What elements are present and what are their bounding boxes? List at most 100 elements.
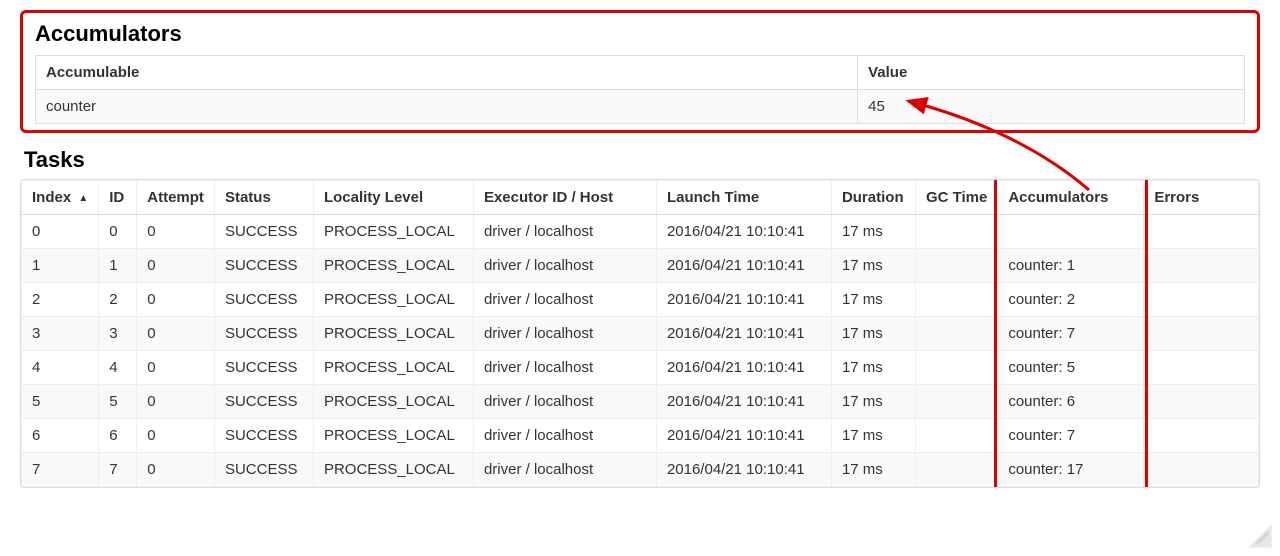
- cell-duration: 17 ms: [831, 249, 915, 283]
- accum-row: counter45: [36, 90, 1245, 124]
- accum-col-value[interactable]: Value: [858, 56, 1245, 90]
- cell-errors: [1144, 215, 1259, 249]
- table-row: 220SUCCESSPROCESS_LOCALdriver / localhos…: [22, 283, 1259, 317]
- cell-executor: driver / localhost: [473, 453, 656, 487]
- cell-attempt: 0: [137, 215, 215, 249]
- cell-index: 2: [22, 283, 99, 317]
- cell-id: 2: [99, 283, 137, 317]
- cell-accumulators: counter: 7: [998, 419, 1144, 453]
- cell-locality: PROCESS_LOCAL: [313, 317, 473, 351]
- cell-accumulators: counter: 6: [998, 385, 1144, 419]
- cell-errors: [1144, 317, 1259, 351]
- cell-attempt: 0: [137, 453, 215, 487]
- cell-errors: [1144, 249, 1259, 283]
- table-row: 110SUCCESSPROCESS_LOCALdriver / localhos…: [22, 249, 1259, 283]
- cell-launch: 2016/04/21 10:10:41: [656, 351, 831, 385]
- cell-locality: PROCESS_LOCAL: [313, 215, 473, 249]
- cell-gc: [915, 283, 997, 317]
- cell-id: 3: [99, 317, 137, 351]
- tasks-col-attempt[interactable]: Attempt: [137, 181, 215, 215]
- col-accumulators-label: Accumulators: [1008, 189, 1108, 206]
- cell-locality: PROCESS_LOCAL: [313, 351, 473, 385]
- cell-id: 5: [99, 385, 137, 419]
- cell-duration: 17 ms: [831, 283, 915, 317]
- cell-index: 4: [22, 351, 99, 385]
- table-row: 440SUCCESSPROCESS_LOCALdriver / localhos…: [22, 351, 1259, 385]
- cell-errors: [1144, 385, 1259, 419]
- cell-index: 7: [22, 453, 99, 487]
- cell-accumulators: counter: 7: [998, 317, 1144, 351]
- col-index-label: Index: [32, 189, 71, 206]
- accum-cell-accumulable: counter: [36, 90, 858, 124]
- cell-index: 1: [22, 249, 99, 283]
- cell-executor: driver / localhost: [473, 283, 656, 317]
- tasks-col-id[interactable]: ID: [99, 181, 137, 215]
- cell-status: SUCCESS: [214, 453, 313, 487]
- table-row: 330SUCCESSPROCESS_LOCALdriver / localhos…: [22, 317, 1259, 351]
- tasks-col-executor[interactable]: Executor ID / Host: [473, 181, 656, 215]
- tasks-col-index[interactable]: Index ▲: [22, 181, 99, 215]
- cell-attempt: 0: [137, 317, 215, 351]
- tasks-table: Index ▲ ID Attempt Status Locality Level…: [21, 180, 1259, 487]
- table-row: 770SUCCESSPROCESS_LOCALdriver / localhos…: [22, 453, 1259, 487]
- cell-status: SUCCESS: [214, 215, 313, 249]
- cell-duration: 17 ms: [831, 453, 915, 487]
- cell-gc: [915, 249, 997, 283]
- table-row: 550SUCCESSPROCESS_LOCALdriver / localhos…: [22, 385, 1259, 419]
- cell-attempt: 0: [137, 385, 215, 419]
- cell-id: 6: [99, 419, 137, 453]
- cell-id: 7: [99, 453, 137, 487]
- cell-launch: 2016/04/21 10:10:41: [656, 453, 831, 487]
- accum-col-accumulable[interactable]: Accumulable: [36, 56, 858, 90]
- tasks-table-wrap: Index ▲ ID Attempt Status Locality Level…: [20, 179, 1260, 488]
- cell-accumulators: counter: 1: [998, 249, 1144, 283]
- tasks-col-gc[interactable]: GC Time: [915, 181, 997, 215]
- cell-status: SUCCESS: [214, 385, 313, 419]
- cell-id: 1: [99, 249, 137, 283]
- cell-launch: 2016/04/21 10:10:41: [656, 385, 831, 419]
- cell-errors: [1144, 453, 1259, 487]
- cell-accumulators: counter: 2: [998, 283, 1144, 317]
- cell-errors: [1144, 419, 1259, 453]
- cell-gc: [915, 317, 997, 351]
- cell-gc: [915, 453, 997, 487]
- cell-index: 6: [22, 419, 99, 453]
- cell-gc: [915, 385, 997, 419]
- table-row: 660SUCCESSPROCESS_LOCALdriver / localhos…: [22, 419, 1259, 453]
- cell-id: 0: [99, 215, 137, 249]
- tasks-col-status[interactable]: Status: [214, 181, 313, 215]
- cell-duration: 17 ms: [831, 317, 915, 351]
- cell-duration: 17 ms: [831, 419, 915, 453]
- cell-index: 0: [22, 215, 99, 249]
- cell-errors: [1144, 283, 1259, 317]
- cell-index: 5: [22, 385, 99, 419]
- cell-launch: 2016/04/21 10:10:41: [656, 317, 831, 351]
- accum-cell-value: 45: [858, 90, 1245, 124]
- cell-locality: PROCESS_LOCAL: [313, 419, 473, 453]
- tasks-col-launch[interactable]: Launch Time: [656, 181, 831, 215]
- tasks-col-duration[interactable]: Duration: [831, 181, 915, 215]
- sort-asc-icon: ▲: [78, 193, 88, 204]
- cell-errors: [1144, 351, 1259, 385]
- cell-locality: PROCESS_LOCAL: [313, 453, 473, 487]
- cell-locality: PROCESS_LOCAL: [313, 249, 473, 283]
- cell-accumulators: [998, 215, 1144, 249]
- cell-id: 4: [99, 351, 137, 385]
- cell-duration: 17 ms: [831, 351, 915, 385]
- cell-executor: driver / localhost: [473, 351, 656, 385]
- cell-status: SUCCESS: [214, 249, 313, 283]
- cell-gc: [915, 419, 997, 453]
- evernote-clip-icon: [1246, 522, 1274, 550]
- tasks-col-accumulators[interactable]: Accumulators: [998, 181, 1144, 215]
- cell-executor: driver / localhost: [473, 317, 656, 351]
- cell-attempt: 0: [137, 351, 215, 385]
- tasks-col-errors[interactable]: Errors: [1144, 181, 1259, 215]
- cell-accumulators: counter: 5: [998, 351, 1144, 385]
- cell-locality: PROCESS_LOCAL: [313, 283, 473, 317]
- cell-status: SUCCESS: [214, 283, 313, 317]
- accumulators-panel: Accumulators Accumulable Value counter45: [20, 10, 1260, 133]
- cell-executor: driver / localhost: [473, 249, 656, 283]
- cell-accumulators: counter: 17: [998, 453, 1144, 487]
- cell-gc: [915, 215, 997, 249]
- tasks-col-locality[interactable]: Locality Level: [313, 181, 473, 215]
